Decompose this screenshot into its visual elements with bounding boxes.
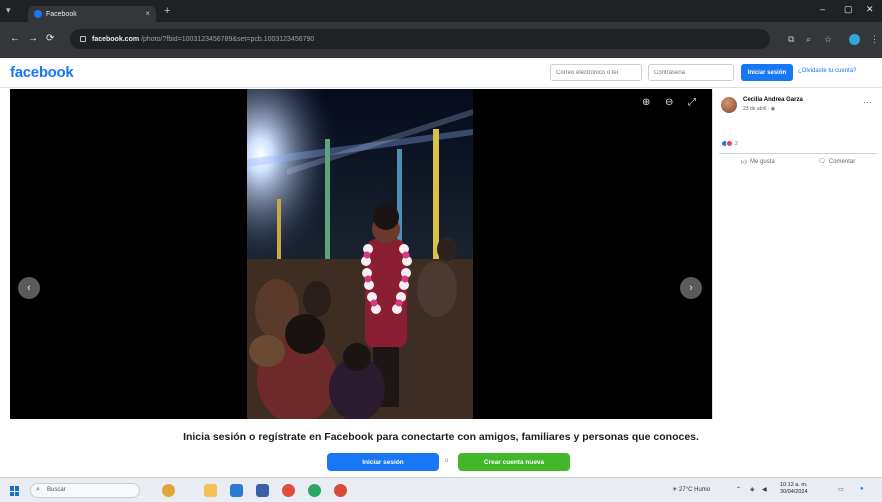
edge-icon[interactable] (308, 484, 321, 497)
love-reaction-icon (726, 140, 733, 147)
author-avatar[interactable] (721, 97, 737, 113)
post-photo (247, 89, 473, 419)
reaction-count: 2 (735, 140, 738, 147)
network-icon[interactable]: ◈ (750, 486, 755, 493)
forgot-account-link[interactable]: ¿Olvidaste tu cuenta? (798, 68, 856, 74)
weather-icon: ☀ (672, 487, 680, 493)
comment-label: Comentar (828, 158, 856, 165)
chevron-right-icon: › (689, 282, 693, 294)
chevron-left-icon: ‹ (27, 282, 31, 294)
tab-search-icon[interactable]: ▾ (6, 5, 11, 16)
browser-toolbar: ← → ⟳ facebook.com /photo/?fbid=10031234… (0, 22, 882, 58)
zoom-in-icon[interactable]: ⊕ (642, 97, 650, 108)
login-prompt-bar: Inicia sesión o regístrate en Facebook p… (0, 419, 882, 477)
bookmark-star-icon[interactable]: ☆ (824, 34, 832, 45)
zoom-icon[interactable]: ⌕ (806, 34, 811, 45)
previous-photo-button[interactable]: ‹ (18, 277, 40, 299)
tab-title: Facebook (46, 10, 77, 18)
system-clock[interactable]: 10:12 a. m. 30/04/2024 (780, 482, 808, 496)
browser-tab-bar: ▾ Facebook × + – ▢ ✕ (0, 0, 882, 22)
header-login-button[interactable]: Iniciar sesión (741, 64, 793, 81)
audience-globe-icon: ◉ (770, 106, 776, 112)
notifications-icon[interactable]: ● (860, 486, 864, 492)
zoom-out-icon[interactable]: ⊖ (665, 97, 673, 108)
facebook-logo[interactable]: facebook (10, 64, 74, 81)
tray-overflow-icon[interactable]: ⌃ (736, 486, 741, 493)
post-date-text: 23 de abril · (743, 106, 771, 112)
url-domain: facebook.com (92, 35, 140, 43)
author-name[interactable]: Cecilia Andrea Garza (743, 97, 803, 103)
password-field[interactable] (648, 64, 734, 81)
widgets-icon[interactable] (162, 484, 175, 497)
post-date[interactable]: 23 de abril · ◉ (743, 106, 775, 112)
facebook-header: facebook Iniciar sesión ¿Olvidaste tu cu… (0, 58, 882, 88)
url-path: /photo/?fbid=1003123456789&set=pcb.10031… (141, 35, 315, 43)
next-photo-button[interactable]: › (680, 277, 702, 299)
clock-date: 30/04/2024 (780, 489, 808, 495)
reload-button[interactable]: ⟳ (46, 33, 54, 44)
post-actions: 👍︎ Me gusta 🗨︎ Comentar (719, 153, 877, 169)
comment-button[interactable]: 🗨︎ Comentar (818, 158, 856, 166)
chrome-icon[interactable] (282, 484, 295, 497)
clock-time: 10:12 a. m. (780, 482, 808, 488)
more-options-icon[interactable]: ··· (863, 97, 872, 107)
install-icon[interactable]: ⧉ (788, 34, 794, 45)
photo-viewer: ‹ › ⊕ ⊖ ⤢ (10, 89, 712, 419)
address-bar[interactable]: facebook.com /photo/?fbid=1003123456789&… (70, 29, 770, 49)
search-icon: ⌕ (36, 486, 40, 493)
mail-icon[interactable] (256, 484, 269, 497)
close-window-button[interactable]: ✕ (866, 4, 874, 15)
weather-text: 27°C Humo (679, 487, 711, 493)
like-label: Me gusta (750, 158, 775, 165)
login-button[interactable]: Iniciar sesión (327, 453, 439, 471)
facebook-favicon-icon (34, 10, 42, 18)
file-explorer-icon[interactable] (204, 484, 217, 497)
store-icon[interactable] (230, 484, 243, 497)
browser-menu-icon[interactable]: ⋮ (870, 34, 879, 45)
email-field[interactable] (550, 64, 642, 81)
login-prompt-text: Inicia sesión o regístrate en Facebook p… (183, 431, 699, 443)
separator-text: o (445, 458, 449, 464)
profile-avatar-icon[interactable] (849, 34, 860, 45)
tab-close-icon[interactable]: × (145, 9, 150, 18)
browser-tab[interactable]: Facebook × (28, 6, 156, 22)
like-button[interactable]: 👍︎ Me gusta (741, 158, 775, 166)
create-account-button[interactable]: Crear cuenta nueva (458, 453, 570, 471)
comment-icon: 🗨︎ (818, 159, 826, 165)
browser-app-icon[interactable] (334, 484, 347, 497)
volume-icon[interactable]: ◀ (762, 486, 767, 493)
reaction-summary[interactable]: 2 (721, 140, 738, 147)
site-info-icon[interactable] (80, 36, 86, 42)
weather-widget[interactable]: ☀ 27°C Humo (672, 486, 710, 493)
maximize-button[interactable]: ▢ (844, 4, 853, 15)
forward-button[interactable]: → (28, 33, 38, 44)
thumbs-up-icon: 👍︎ (740, 159, 748, 166)
new-tab-button[interactable]: + (164, 6, 170, 17)
back-button[interactable]: ← (10, 33, 20, 44)
taskbar-search[interactable]: ⌕ Buscar (30, 483, 140, 498)
post-details-panel: Cecilia Andrea Garza 23 de abril · ◉ ···… (712, 89, 882, 419)
windows-start-icon[interactable] (10, 486, 20, 496)
chat-icon[interactable]: ▭ (838, 486, 844, 493)
minimize-button[interactable]: – (820, 4, 825, 14)
search-placeholder: Buscar (47, 487, 66, 493)
windows-taskbar: ⌕ Buscar ☀ 27°C Humo ⌃ ◈ ◀ 10:12 a. m. 3… (0, 477, 882, 502)
fullscreen-icon[interactable]: ⤢ (688, 97, 696, 108)
